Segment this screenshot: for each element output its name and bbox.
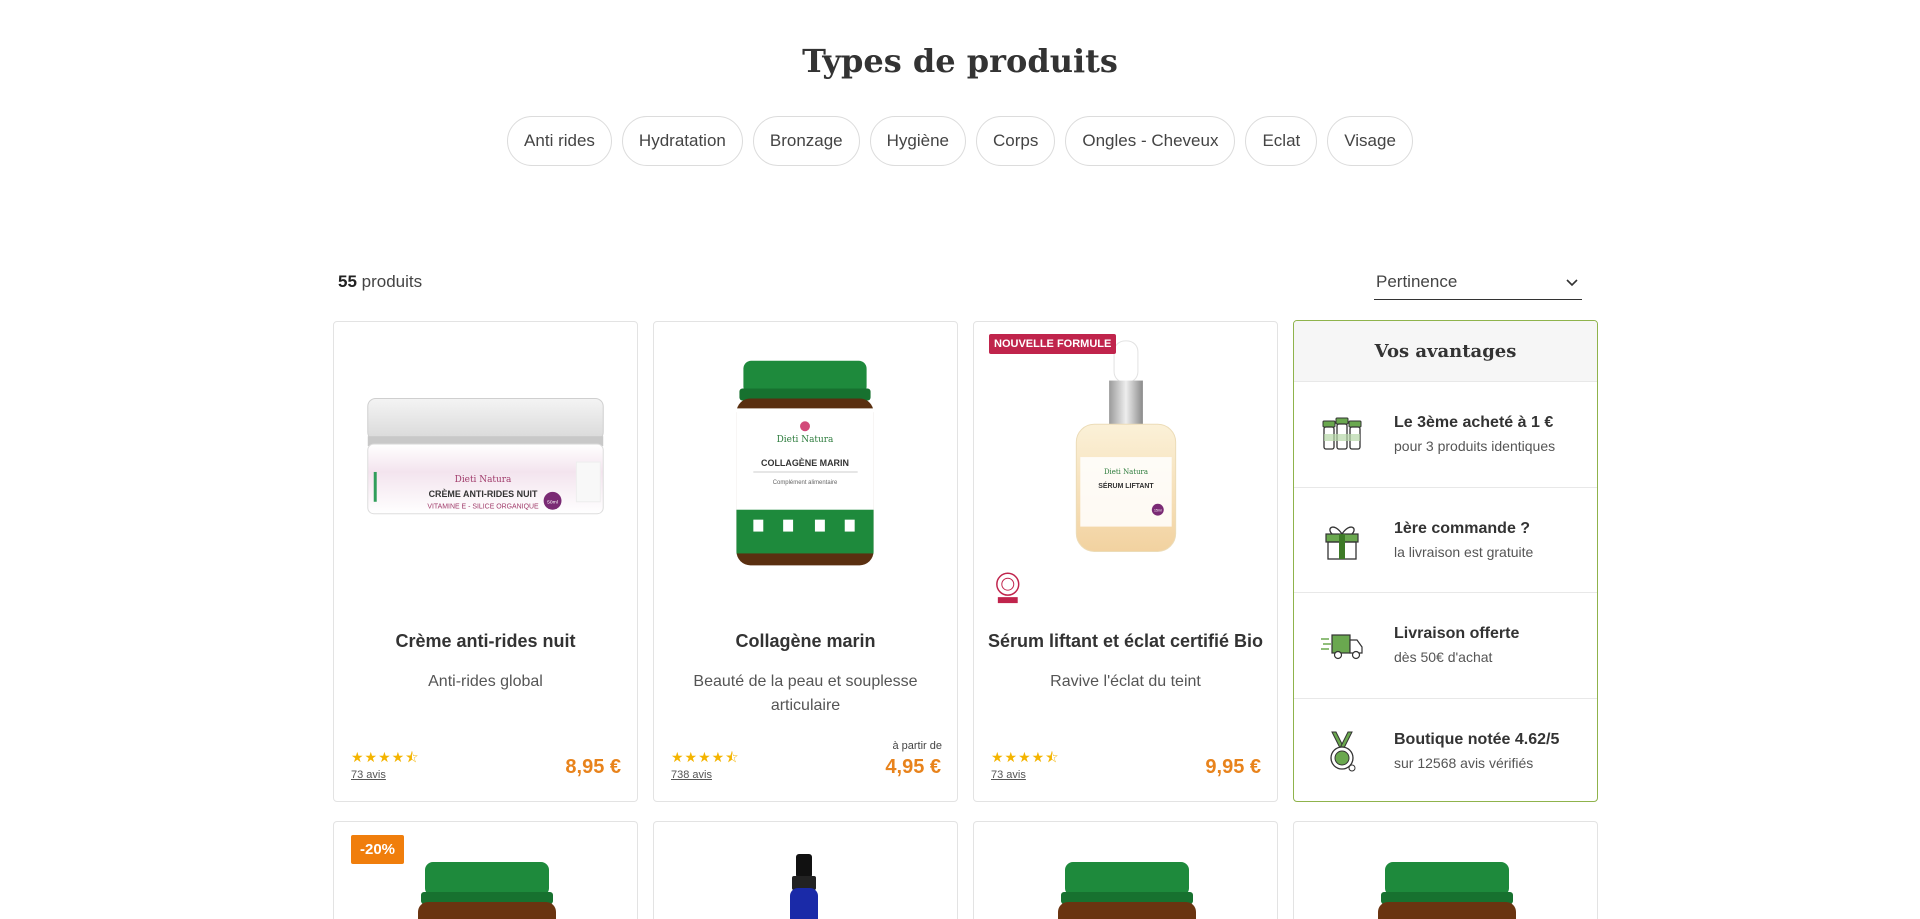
product-count: 55 produits: [338, 272, 422, 292]
product-subtitle: Anti-rides global: [428, 673, 543, 690]
advantage-text: Boutique notée 4.62/5 sur 12568 avis vér…: [1394, 731, 1559, 771]
product-image-serum-bottle[interactable]: Dieti Natura SÉRUM LIFTANT 15ml: [974, 322, 1277, 612]
svg-text:Dieti Natura: Dieti Natura: [777, 435, 834, 445]
category-chip-eclat[interactable]: Eclat: [1245, 116, 1318, 166]
product-count-label: produits: [361, 272, 423, 291]
product-card-creme-anti-rides[interactable]: Dieti Natura CRÈME ANTI-RIDES NUIT VITAM…: [333, 321, 638, 802]
svg-text:COLLAGÈNE MARIN: COLLAGÈNE MARIN: [761, 458, 849, 468]
product-card-row2-2[interactable]: [653, 821, 958, 919]
advantage-main: Le 3ème acheté à 1 €: [1394, 414, 1554, 432]
product-card-row2-4[interactable]: [1293, 821, 1598, 919]
rating-stars: ★★★★⯪: [351, 749, 420, 765]
product-price: 9,95 €: [1205, 756, 1261, 778]
reviews-link[interactable]: 73 avis: [991, 769, 1026, 781]
advantage-item-shop-rating: Boutique notée 4.62/5 sur 12568 avis vér…: [1294, 697, 1597, 802]
category-chip-hydratation[interactable]: Hydratation: [621, 116, 743, 166]
product-card-row2-1[interactable]: -20%: [333, 821, 638, 919]
advantages-title: Vos avantages: [1294, 321, 1597, 381]
advantage-main: Livraison offerte: [1394, 625, 1520, 643]
page-title: Types de produits: [802, 42, 1118, 80]
product-image-spray-bottle[interactable]: [654, 822, 959, 919]
gift-icon: [1325, 526, 1359, 560]
product-name[interactable]: Sérum liftant et éclat certifié Bio: [982, 631, 1269, 652]
price-prefix: à partir de: [892, 740, 942, 752]
reviews-link[interactable]: 73 avis: [351, 769, 386, 781]
advantages-panel: Vos avantages Le 3ème acheté à 1 € pour …: [1293, 320, 1598, 802]
advantage-text: Le 3ème acheté à 1 € pour 3 produits ide…: [1394, 414, 1555, 454]
advantage-item-first-order: 1ère commande ? la livraison est gratuit…: [1294, 486, 1597, 593]
category-chip-visage[interactable]: Visage: [1327, 116, 1413, 166]
category-chip-ongles-cheveux[interactable]: Ongles - Cheveux: [1065, 116, 1236, 166]
product-count-number: 55: [338, 272, 357, 291]
reviews-link[interactable]: 738 avis: [671, 769, 712, 781]
product-card-serum-liftant[interactable]: Dieti Natura SÉRUM LIFTANT 15ml NOUVELLE…: [973, 321, 1278, 802]
svg-text:15ml: 15ml: [1154, 509, 1162, 513]
advantage-sub: dès 50€ d'achat: [1394, 649, 1493, 666]
category-chip-hygiene[interactable]: Hygiène: [869, 116, 967, 166]
advantage-sub: la livraison est gratuite: [1394, 543, 1534, 560]
delivery-truck-icon: [1321, 634, 1363, 660]
chevron-down-icon: [1566, 278, 1578, 286]
product-price: 4,95 €: [885, 756, 941, 778]
badge-new-formula: NOUVELLE FORMULE: [989, 334, 1117, 354]
product-image-cream-jar[interactable]: Dieti Natura CRÈME ANTI-RIDES NUIT VITAM…: [334, 322, 637, 612]
category-chip-anti-rides[interactable]: Anti rides: [507, 116, 612, 166]
product-card-collagene-marin[interactable]: Dieti Natura COLLAGÈNE MARIN Complément …: [653, 321, 958, 802]
jars-icon: [1322, 417, 1362, 450]
advantage-main: Boutique notée 4.62/5: [1394, 730, 1560, 748]
product-subtitle: Ravive l'éclat du teint: [1050, 673, 1201, 690]
advantage-text: Livraison offerte dès 50€ d'achat: [1394, 625, 1519, 665]
svg-text:CRÈME ANTI-RIDES NUIT: CRÈME ANTI-RIDES NUIT: [429, 489, 538, 499]
svg-text:VITAMINE E - SILICE ORGANIQUE: VITAMINE E - SILICE ORGANIQUE: [427, 504, 539, 511]
advantage-sub: sur 12568 avis vérifiés: [1394, 754, 1534, 771]
medal-icon: [1330, 731, 1356, 772]
product-image-supplement-jar[interactable]: [334, 822, 639, 919]
svg-text:SÉRUM LIFTANT: SÉRUM LIFTANT: [1098, 481, 1154, 490]
svg-text:Dieti Natura: Dieti Natura: [455, 475, 512, 485]
rating-stars: ★★★★⯪: [991, 749, 1060, 765]
rating-stars: ★★★★⯪: [671, 749, 740, 765]
svg-text:Dieti Natura: Dieti Natura: [1104, 468, 1148, 476]
category-filter-bar: Anti rides Hydratation Bronzage Hygiène …: [0, 116, 1920, 166]
product-image-supplement-jar[interactable]: [1294, 822, 1599, 919]
product-subtitle: Beauté de la peau et souplesse articulai…: [693, 673, 918, 714]
category-chip-bronzage[interactable]: Bronzage: [752, 116, 860, 166]
advantage-main: 1ère commande ?: [1394, 519, 1531, 537]
svg-text:50ml: 50ml: [547, 500, 558, 506]
product-image-supplement-jar[interactable]: Dieti Natura COLLAGÈNE MARIN Complément …: [654, 322, 957, 612]
sort-select-value: Pertinence: [1376, 271, 1458, 291]
product-price: 8,95 €: [565, 756, 621, 778]
advantage-item-third-product: Le 3ème acheté à 1 € pour 3 produits ide…: [1294, 381, 1597, 487]
advantage-text: 1ère commande ? la livraison est gratuit…: [1394, 520, 1533, 560]
product-name[interactable]: Collagène marin: [662, 631, 949, 652]
sort-select[interactable]: Pertinence: [1374, 264, 1582, 300]
svg-text:Complément alimentaire: Complément alimentaire: [773, 480, 838, 486]
product-card-row2-3[interactable]: [973, 821, 1278, 919]
advantage-sub: pour 3 produits identiques: [1394, 438, 1556, 455]
advantage-item-free-delivery: Livraison offerte dès 50€ d'achat: [1294, 592, 1597, 698]
product-name[interactable]: Crème anti-rides nuit: [342, 631, 629, 652]
product-image-supplement-jar[interactable]: [974, 822, 1279, 919]
category-chip-corps[interactable]: Corps: [976, 116, 1056, 166]
